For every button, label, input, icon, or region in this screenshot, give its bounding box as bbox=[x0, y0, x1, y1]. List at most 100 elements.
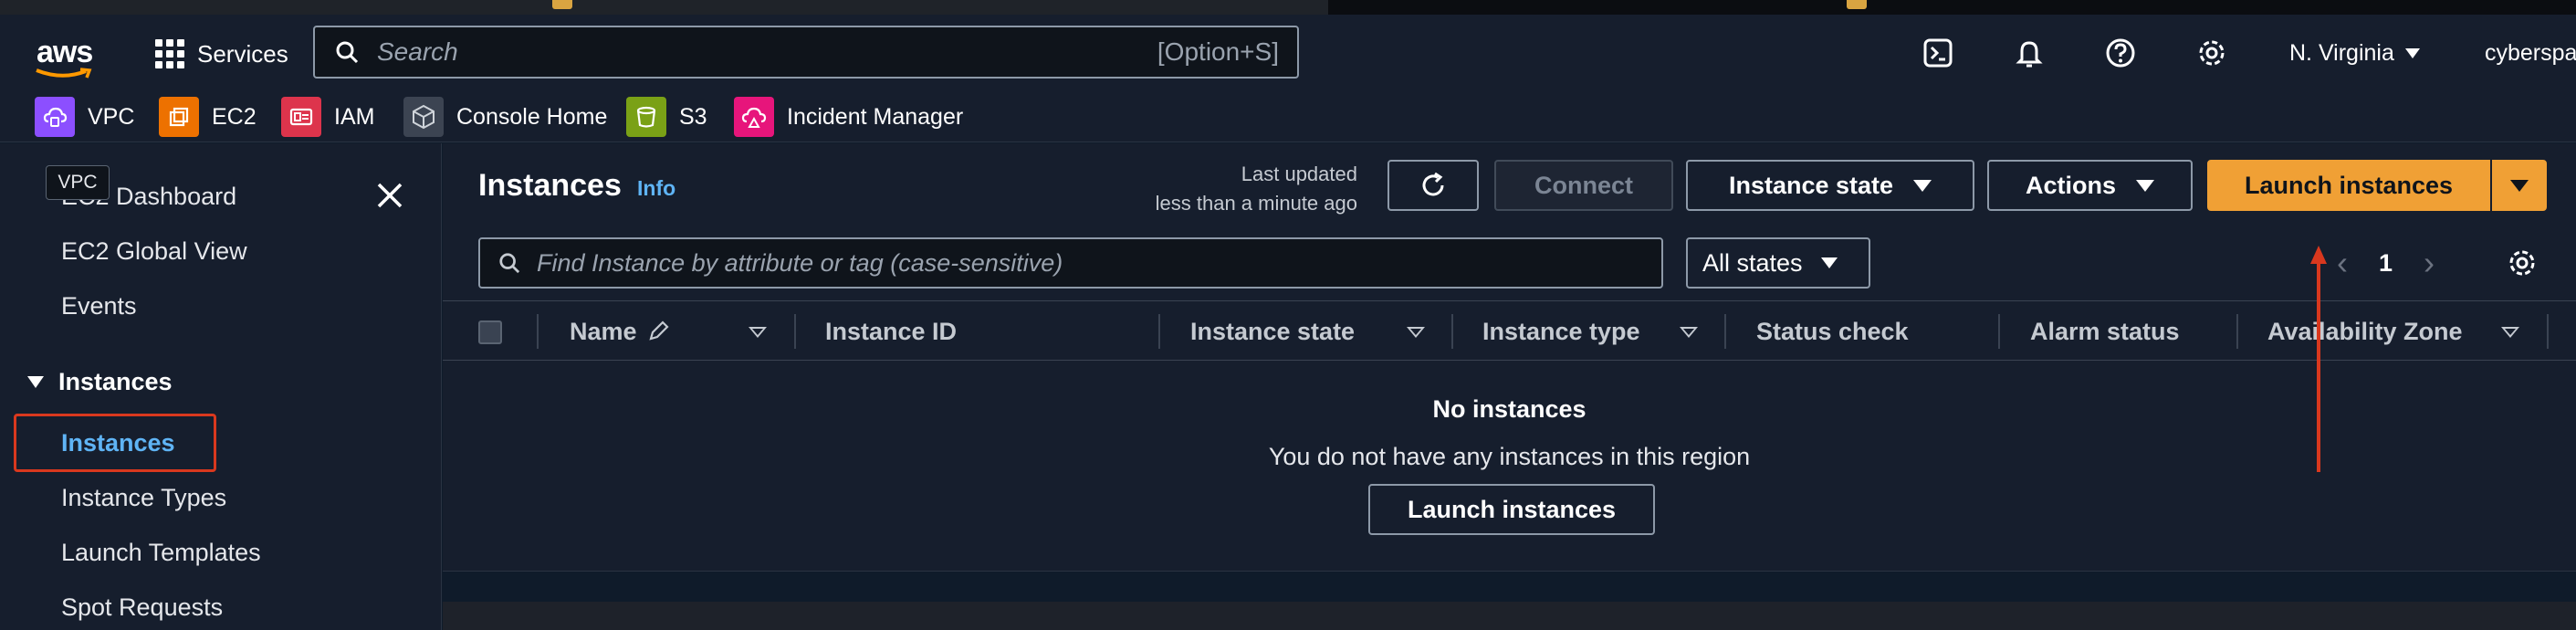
sidebar-item-instance-types[interactable]: Instance Types bbox=[61, 484, 226, 512]
filter-placeholder: Find Instance by attribute or tag (case-… bbox=[537, 248, 1063, 277]
ec2-icon bbox=[159, 97, 199, 137]
bottom-bar bbox=[443, 602, 2576, 630]
column-divider bbox=[794, 314, 796, 349]
column-header-instance-state[interactable]: Instance state bbox=[1190, 301, 1355, 362]
search-icon bbox=[336, 41, 359, 64]
aws-smile-icon bbox=[36, 68, 92, 79]
aws-logo-text: aws bbox=[37, 35, 93, 69]
sidebar-item-ec2-global-view[interactable]: EC2 Global View bbox=[61, 237, 247, 266]
region-selector[interactable]: N. Virginia bbox=[2289, 35, 2420, 71]
sort-icon[interactable] bbox=[2501, 327, 2519, 338]
favorites-bar: VPC EC2 IAM Console Home S3 Incident Man… bbox=[0, 91, 2576, 142]
favorite-s3[interactable]: S3 bbox=[626, 91, 707, 142]
highlight-box bbox=[14, 414, 216, 472]
empty-state-subtitle: You do not have any instances in this re… bbox=[1268, 443, 1751, 470]
last-updated-label: Last updated bbox=[1241, 163, 1357, 185]
sort-icon[interactable] bbox=[1407, 327, 1425, 338]
pagination: ‹ 1 › bbox=[2337, 237, 2435, 289]
table-preferences-gear-icon[interactable] bbox=[2500, 241, 2544, 285]
refresh-icon bbox=[1422, 172, 1444, 196]
chevron-down-icon bbox=[2136, 179, 2154, 192]
column-header-availability-zone[interactable]: Availability Zone bbox=[2267, 301, 2463, 362]
pencil-icon bbox=[648, 320, 669, 341]
account-name: cyberspa bbox=[2485, 39, 2576, 66]
favorite-label: Incident Manager bbox=[787, 103, 964, 130]
column-header-status-check[interactable]: Status check bbox=[1756, 301, 1909, 362]
vpc-icon bbox=[35, 97, 75, 137]
sidebar-item-launch-templates[interactable]: Launch Templates bbox=[61, 539, 261, 567]
aws-top-nav: aws Services Search [Option+S] N. Virgin… bbox=[0, 15, 2576, 91]
column-divider bbox=[1158, 314, 1160, 349]
chevron-down-icon bbox=[2510, 179, 2529, 192]
last-updated-value: less than a minute ago bbox=[1155, 192, 1357, 215]
console-home-icon bbox=[403, 97, 444, 137]
column-divider bbox=[1451, 314, 1453, 349]
launch-instances-dropdown[interactable] bbox=[2492, 160, 2547, 211]
column-header-alarm-status[interactable]: Alarm status bbox=[2030, 301, 2180, 362]
search-shortcut-hint: [Option+S] bbox=[1157, 37, 1279, 66]
chevron-down-icon bbox=[2404, 47, 2420, 58]
last-updated: Last updated less than a minute ago bbox=[1156, 160, 1357, 218]
column-header-instance-id[interactable]: Instance ID bbox=[825, 301, 957, 362]
services-menu[interactable]: Services bbox=[155, 33, 288, 75]
column-header-name[interactable]: Name bbox=[570, 301, 670, 362]
iam-icon bbox=[281, 97, 321, 137]
column-divider bbox=[2547, 314, 2549, 349]
favorite-ec2[interactable]: EC2 bbox=[159, 91, 257, 142]
favorite-iam[interactable]: IAM bbox=[281, 91, 374, 142]
column-divider bbox=[2236, 314, 2238, 349]
incident-manager-icon bbox=[734, 97, 774, 137]
chevron-right-icon[interactable]: › bbox=[2424, 244, 2435, 282]
states-filter-select[interactable]: All states bbox=[1686, 237, 1870, 289]
aws-logo[interactable]: aws bbox=[35, 35, 95, 79]
empty-state-launch-button[interactable]: Launch instances bbox=[1368, 484, 1655, 535]
services-label: Services bbox=[197, 39, 288, 68]
instance-filter-input[interactable]: Find Instance by attribute or tag (case-… bbox=[478, 237, 1663, 289]
services-grid-icon bbox=[155, 39, 184, 68]
sidebar-item-spot-requests[interactable]: Spot Requests bbox=[61, 593, 223, 622]
favorite-console-home[interactable]: Console Home bbox=[403, 91, 607, 142]
sort-icon[interactable] bbox=[1680, 327, 1698, 338]
launch-instances-button[interactable]: Launch instances bbox=[2207, 160, 2490, 211]
help-icon[interactable] bbox=[2102, 35, 2139, 71]
favorite-incident-manager[interactable]: Incident Manager bbox=[734, 91, 963, 142]
close-icon[interactable] bbox=[374, 180, 405, 211]
column-divider bbox=[1724, 314, 1726, 349]
connect-button[interactable]: Connect bbox=[1494, 160, 1673, 211]
table-header: Name Instance ID Instance state Instance… bbox=[443, 300, 2576, 361]
account-menu[interactable]: cyberspa bbox=[2485, 35, 2576, 71]
column-divider bbox=[1998, 314, 2000, 349]
chevron-down-icon bbox=[1913, 179, 1932, 192]
column-divider bbox=[537, 314, 539, 349]
select-all-checkbox[interactable] bbox=[478, 320, 502, 344]
favorite-label: EC2 bbox=[212, 103, 257, 130]
instance-state-button[interactable]: Instance state bbox=[1686, 160, 1974, 211]
sort-icon[interactable] bbox=[749, 327, 767, 338]
sidebar-section-instances[interactable]: Instances bbox=[27, 368, 173, 396]
search-placeholder: Search bbox=[377, 37, 458, 66]
column-header-instance-type[interactable]: Instance type bbox=[1482, 301, 1640, 362]
page-number[interactable]: 1 bbox=[2379, 249, 2393, 278]
actions-label: Actions bbox=[2025, 171, 2116, 199]
tab-favicon bbox=[1847, 0, 1867, 9]
favorite-vpc[interactable]: VPC bbox=[35, 91, 134, 142]
actions-button[interactable]: Actions bbox=[1987, 160, 2193, 211]
sidebar-item-events[interactable]: Events bbox=[61, 292, 137, 320]
console-search-input[interactable]: Search [Option+S] bbox=[313, 26, 1299, 79]
browser-tab-strip bbox=[0, 0, 2576, 15]
notifications-bell-icon[interactable] bbox=[2011, 35, 2047, 71]
settings-gear-icon[interactable] bbox=[2194, 35, 2230, 71]
column-label: Name bbox=[570, 317, 637, 345]
favorite-label: IAM bbox=[334, 103, 375, 130]
info-link[interactable]: Info bbox=[637, 176, 675, 201]
browser-tab[interactable] bbox=[0, 0, 1328, 15]
instance-state-label: Instance state bbox=[1728, 171, 1894, 199]
refresh-button[interactable] bbox=[1387, 160, 1479, 211]
favorite-label: VPC bbox=[88, 103, 135, 130]
tooltip: VPC bbox=[46, 165, 110, 200]
chevron-left-icon[interactable]: ‹ bbox=[2337, 244, 2348, 282]
cloudshell-icon[interactable] bbox=[1920, 35, 1956, 71]
states-filter-label: All states bbox=[1702, 248, 1803, 277]
annotation-arrow-icon bbox=[2310, 246, 2327, 472]
search-icon bbox=[499, 253, 520, 274]
